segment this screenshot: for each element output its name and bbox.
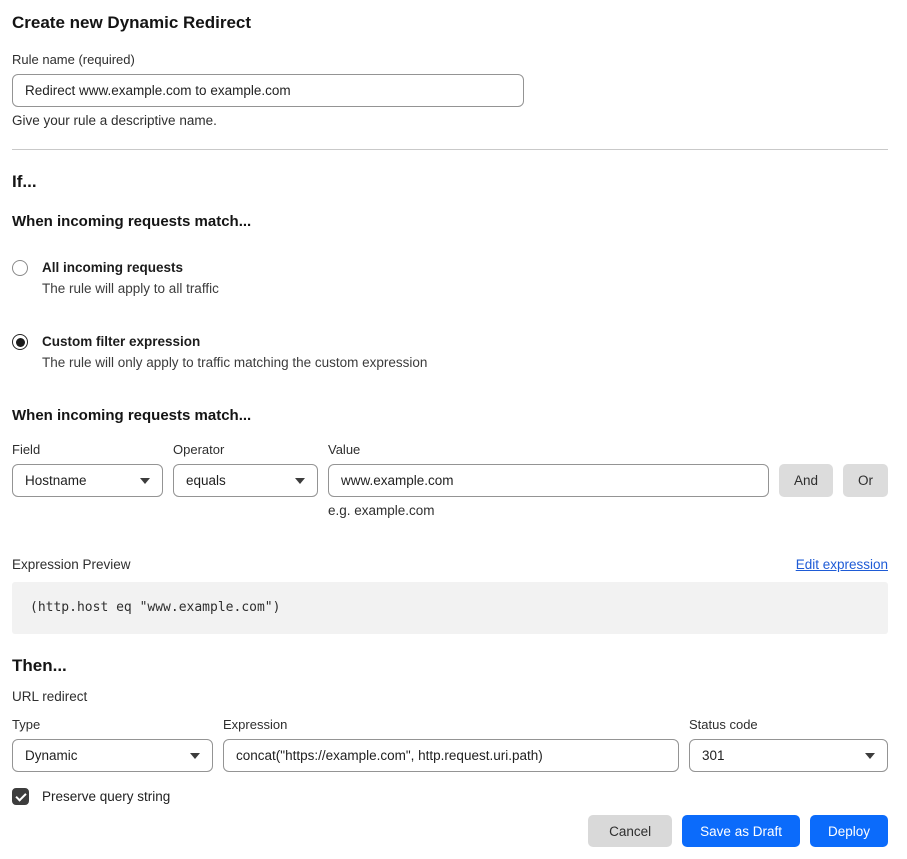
- create-redirect-form: Create new Dynamic Redirect Rule name (r…: [0, 0, 907, 847]
- save-as-draft-button[interactable]: Save as Draft: [682, 815, 800, 847]
- status-code-label: Status code: [689, 717, 888, 733]
- status-code-select-value: 301: [702, 748, 725, 763]
- radio-custom-filter-expression[interactable]: Custom filter expression The rule will o…: [12, 333, 888, 371]
- status-code-column: Status code 301: [689, 717, 888, 772]
- redirect-expression-input[interactable]: [223, 739, 679, 772]
- andor-buttons: And Or: [779, 464, 888, 497]
- radio-text: Custom filter expression The rule will o…: [42, 333, 427, 371]
- type-label: Type: [12, 717, 213, 733]
- radio-all-incoming-requests[interactable]: All incoming requests The rule will appl…: [12, 259, 888, 297]
- rule-name-input[interactable]: [12, 74, 524, 107]
- radio-label: All incoming requests: [42, 259, 219, 277]
- condition-builder-row: Field Hostname Operator equals Value e.g…: [12, 442, 888, 519]
- expression-label: Expression: [223, 717, 679, 733]
- type-select-value: Dynamic: [25, 748, 78, 763]
- rule-name-section: Rule name (required) Give your rule a de…: [12, 52, 888, 129]
- preserve-query-row[interactable]: Preserve query string: [12, 788, 888, 805]
- radio-icon[interactable]: [12, 334, 28, 350]
- cancel-button[interactable]: Cancel: [588, 815, 672, 847]
- page-title: Create new Dynamic Redirect: [12, 12, 888, 34]
- url-redirect-label: URL redirect: [12, 688, 888, 705]
- value-input[interactable]: [328, 464, 769, 497]
- radio-description: The rule will only apply to traffic matc…: [42, 354, 427, 371]
- or-button[interactable]: Or: [843, 464, 888, 497]
- edit-expression-link[interactable]: Edit expression: [796, 557, 888, 572]
- chevron-down-icon: [865, 753, 875, 759]
- operator-label: Operator: [173, 442, 318, 458]
- if-match-heading: When incoming requests match...: [12, 212, 888, 231]
- operator-column: Operator equals: [173, 442, 318, 497]
- if-heading: If...: [12, 171, 888, 193]
- radio-description: The rule will apply to all traffic: [42, 280, 219, 297]
- expression-preview-code: (http.host eq "www.example.com"): [12, 582, 888, 634]
- preserve-query-checkbox[interactable]: [12, 788, 29, 805]
- match-type-radio-group: All incoming requests The rule will appl…: [12, 259, 888, 371]
- operator-select[interactable]: equals: [173, 464, 318, 497]
- field-select[interactable]: Hostname: [12, 464, 163, 497]
- type-column: Type Dynamic: [12, 717, 213, 772]
- radio-icon[interactable]: [12, 260, 28, 276]
- preserve-query-label: Preserve query string: [42, 789, 170, 804]
- section-divider: [12, 149, 888, 150]
- value-column: Value e.g. example.com: [328, 442, 769, 519]
- type-select[interactable]: Dynamic: [12, 739, 213, 772]
- value-help: e.g. example.com: [328, 502, 769, 519]
- expression-column: Expression: [223, 717, 679, 772]
- radio-text: All incoming requests The rule will appl…: [42, 259, 219, 297]
- chevron-down-icon: [140, 478, 150, 484]
- chevron-down-icon: [190, 753, 200, 759]
- field-label: Field: [12, 442, 163, 458]
- status-code-select[interactable]: 301: [689, 739, 888, 772]
- field-select-value: Hostname: [25, 473, 87, 488]
- expression-preview-label: Expression Preview: [12, 556, 131, 573]
- field-column: Field Hostname: [12, 442, 163, 497]
- deploy-button[interactable]: Deploy: [810, 815, 888, 847]
- and-button[interactable]: And: [779, 464, 833, 497]
- rule-name-help: Give your rule a descriptive name.: [12, 112, 888, 129]
- operator-select-value: equals: [186, 473, 226, 488]
- then-builder-row: Type Dynamic Expression Status code 301: [12, 717, 888, 772]
- condition-heading: When incoming requests match...: [12, 406, 888, 425]
- rule-name-label: Rule name (required): [12, 52, 888, 68]
- radio-label: Custom filter expression: [42, 333, 427, 351]
- value-label: Value: [328, 442, 769, 458]
- chevron-down-icon: [295, 478, 305, 484]
- then-heading: Then...: [12, 655, 888, 677]
- footer-actions: Cancel Save as Draft Deploy: [12, 815, 888, 847]
- expression-preview-header: Expression Preview Edit expression: [12, 556, 888, 573]
